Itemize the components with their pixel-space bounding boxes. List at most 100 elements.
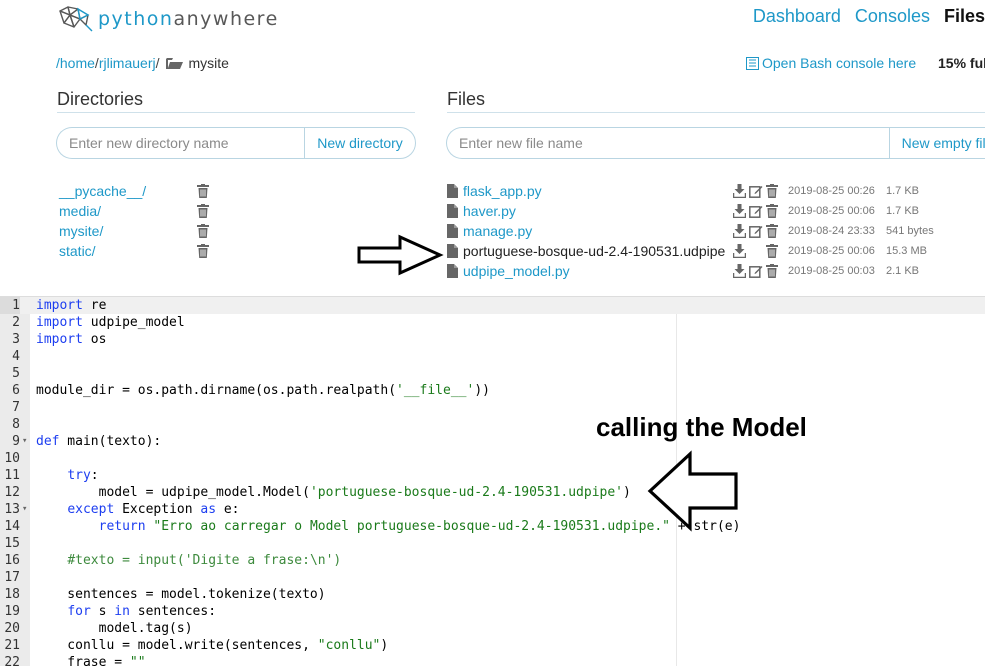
line-number: 12 (4, 485, 20, 500)
top-nav: Dashboard Consoles Files (753, 6, 985, 27)
directory-link[interactable]: mysite/ (59, 223, 197, 239)
brand-name-anywhere: anywhere (173, 8, 279, 30)
files-divider (447, 112, 985, 113)
file-row: udpipe_model.py (447, 261, 570, 281)
code-line: 20 model.tag(s) (0, 620, 985, 637)
breadcrumb-home[interactable]: /home (56, 55, 95, 71)
edit-icon[interactable] (749, 184, 763, 203)
delete-trash-icon[interactable] (197, 204, 209, 218)
nav-dashboard[interactable]: Dashboard (753, 6, 841, 27)
directory-link[interactable]: static/ (59, 243, 197, 259)
code-text: sentences = model.tokenize(texto) (36, 586, 326, 603)
delete-trash-icon[interactable] (197, 224, 209, 238)
new-directory-input[interactable] (56, 127, 304, 159)
code-line: 12 model = udpipe_model.Model('portugues… (0, 484, 985, 501)
line-number: 5 (12, 366, 20, 381)
file-icon (447, 244, 458, 258)
logo[interactable]: pythonanywhere (56, 4, 279, 34)
file-link[interactable]: portuguese-bosque-ud-2.4-190531.udpipe (463, 243, 725, 259)
file-size: 2.1 KB (886, 265, 920, 277)
new-file-button[interactable]: New empty file (888, 127, 985, 159)
directory-link[interactable]: __pycache__/ (59, 183, 197, 199)
open-bash-console-link[interactable]: Open Bash console here (746, 55, 916, 71)
edit-icon[interactable] (749, 264, 763, 283)
delete-trash-icon[interactable] (766, 204, 778, 223)
code-line: 6 module_dir = os.path.dirname(os.path.re… (0, 382, 985, 399)
file-actions (732, 224, 778, 243)
code-line: 9 ▾ def main(texto): (0, 433, 985, 450)
new-directory-form: New directory (56, 127, 416, 159)
edit-icon[interactable] (749, 204, 763, 223)
open-bash-console-label: Open Bash console here (762, 55, 917, 71)
file-link[interactable]: haver.py (463, 203, 516, 219)
file-date: 2019-08-24 23:33 (788, 225, 875, 237)
download-icon[interactable] (732, 184, 747, 203)
code-editor[interactable]: 1 import re 2 import udpipe_model 3 import os… (0, 296, 985, 666)
breadcrumb-user[interactable]: rjlimauerj (99, 55, 156, 71)
breadcrumb: /home / rjlimauerj / mysite (56, 55, 229, 71)
code-text: model = udpipe_model.Model('portuguese-b… (36, 484, 631, 501)
annotation-text: calling the Model (596, 412, 807, 442)
file-row: flask_app.py (447, 181, 542, 201)
line-number: 16 (4, 553, 20, 568)
quota-indicator: 15% full (938, 55, 985, 71)
nav-consoles[interactable]: Consoles (855, 6, 930, 27)
code-text: for s in sentences: (36, 603, 216, 620)
code-token: "conllu" (317, 638, 381, 653)
delete-trash-icon[interactable] (766, 224, 778, 243)
edit-icon[interactable] (749, 224, 763, 243)
code-token: udpipe_model (82, 315, 185, 330)
code-token: as (200, 502, 217, 517)
download-icon[interactable] (732, 264, 747, 283)
delete-trash-icon[interactable] (766, 184, 778, 203)
directory-link[interactable]: media/ (59, 203, 197, 219)
code-line: 18 sentences = model.tokenize(texto) (0, 586, 985, 603)
file-icon (447, 184, 458, 198)
code-token: main(texto): (59, 434, 162, 449)
line-number: 21 (4, 638, 20, 653)
brand-name-python: python (98, 8, 174, 30)
new-directory-button[interactable]: New directory (304, 127, 416, 159)
code-token: sentences: (129, 604, 217, 619)
download-icon[interactable] (732, 204, 747, 223)
new-file-input[interactable] (446, 127, 889, 159)
code-token: def (36, 434, 60, 449)
nav-files[interactable]: Files (944, 6, 985, 27)
code-text: return "Erro ao carregar o Model portugu… (36, 518, 741, 535)
delete-trash-icon[interactable] (197, 244, 209, 258)
code-token: ) (380, 638, 389, 653)
line-number: 14 (4, 519, 20, 534)
line-number: 8 (12, 417, 20, 432)
fold-toggle-icon[interactable]: ▾ (22, 433, 27, 450)
line-number: 7 (12, 400, 20, 415)
delete-trash-icon[interactable] (766, 244, 778, 263)
code-text: conllu = model.write(sentences, "conllu"… (36, 637, 388, 654)
code-token: )) (474, 383, 490, 398)
file-date: 2019-08-25 00:06 (788, 245, 875, 257)
line-number: 10 (4, 451, 20, 466)
files-title: Files (447, 89, 486, 109)
file-link[interactable]: udpipe_model.py (463, 263, 570, 279)
file-link[interactable]: manage.py (463, 223, 532, 239)
file-date: 2019-08-25 00:06 (788, 205, 875, 217)
code-token: "Erro ao carregar o Model portuguese-bos… (153, 519, 670, 534)
file-size: 541 bytes (886, 225, 934, 237)
file-actions (732, 264, 778, 283)
delete-trash-icon[interactable] (197, 184, 209, 198)
download-icon[interactable] (732, 224, 747, 243)
file-date: 2019-08-25 00:26 (788, 185, 875, 197)
delete-trash-icon[interactable] (766, 264, 778, 283)
code-token: sentences = model.tokenize(texto) (36, 587, 326, 602)
pythonanywhere-logo-icon (59, 6, 93, 32)
new-file-form: New empty file (446, 127, 985, 159)
breadcrumb-separator: / (155, 55, 160, 71)
code-text: frase = "" (36, 654, 145, 666)
file-link[interactable]: flask_app.py (463, 183, 542, 199)
fold-toggle-icon[interactable]: ▾ (22, 501, 27, 518)
file-icon (447, 264, 458, 278)
download-icon[interactable] (732, 244, 747, 263)
brand-name: pythonanywhere (98, 8, 279, 30)
